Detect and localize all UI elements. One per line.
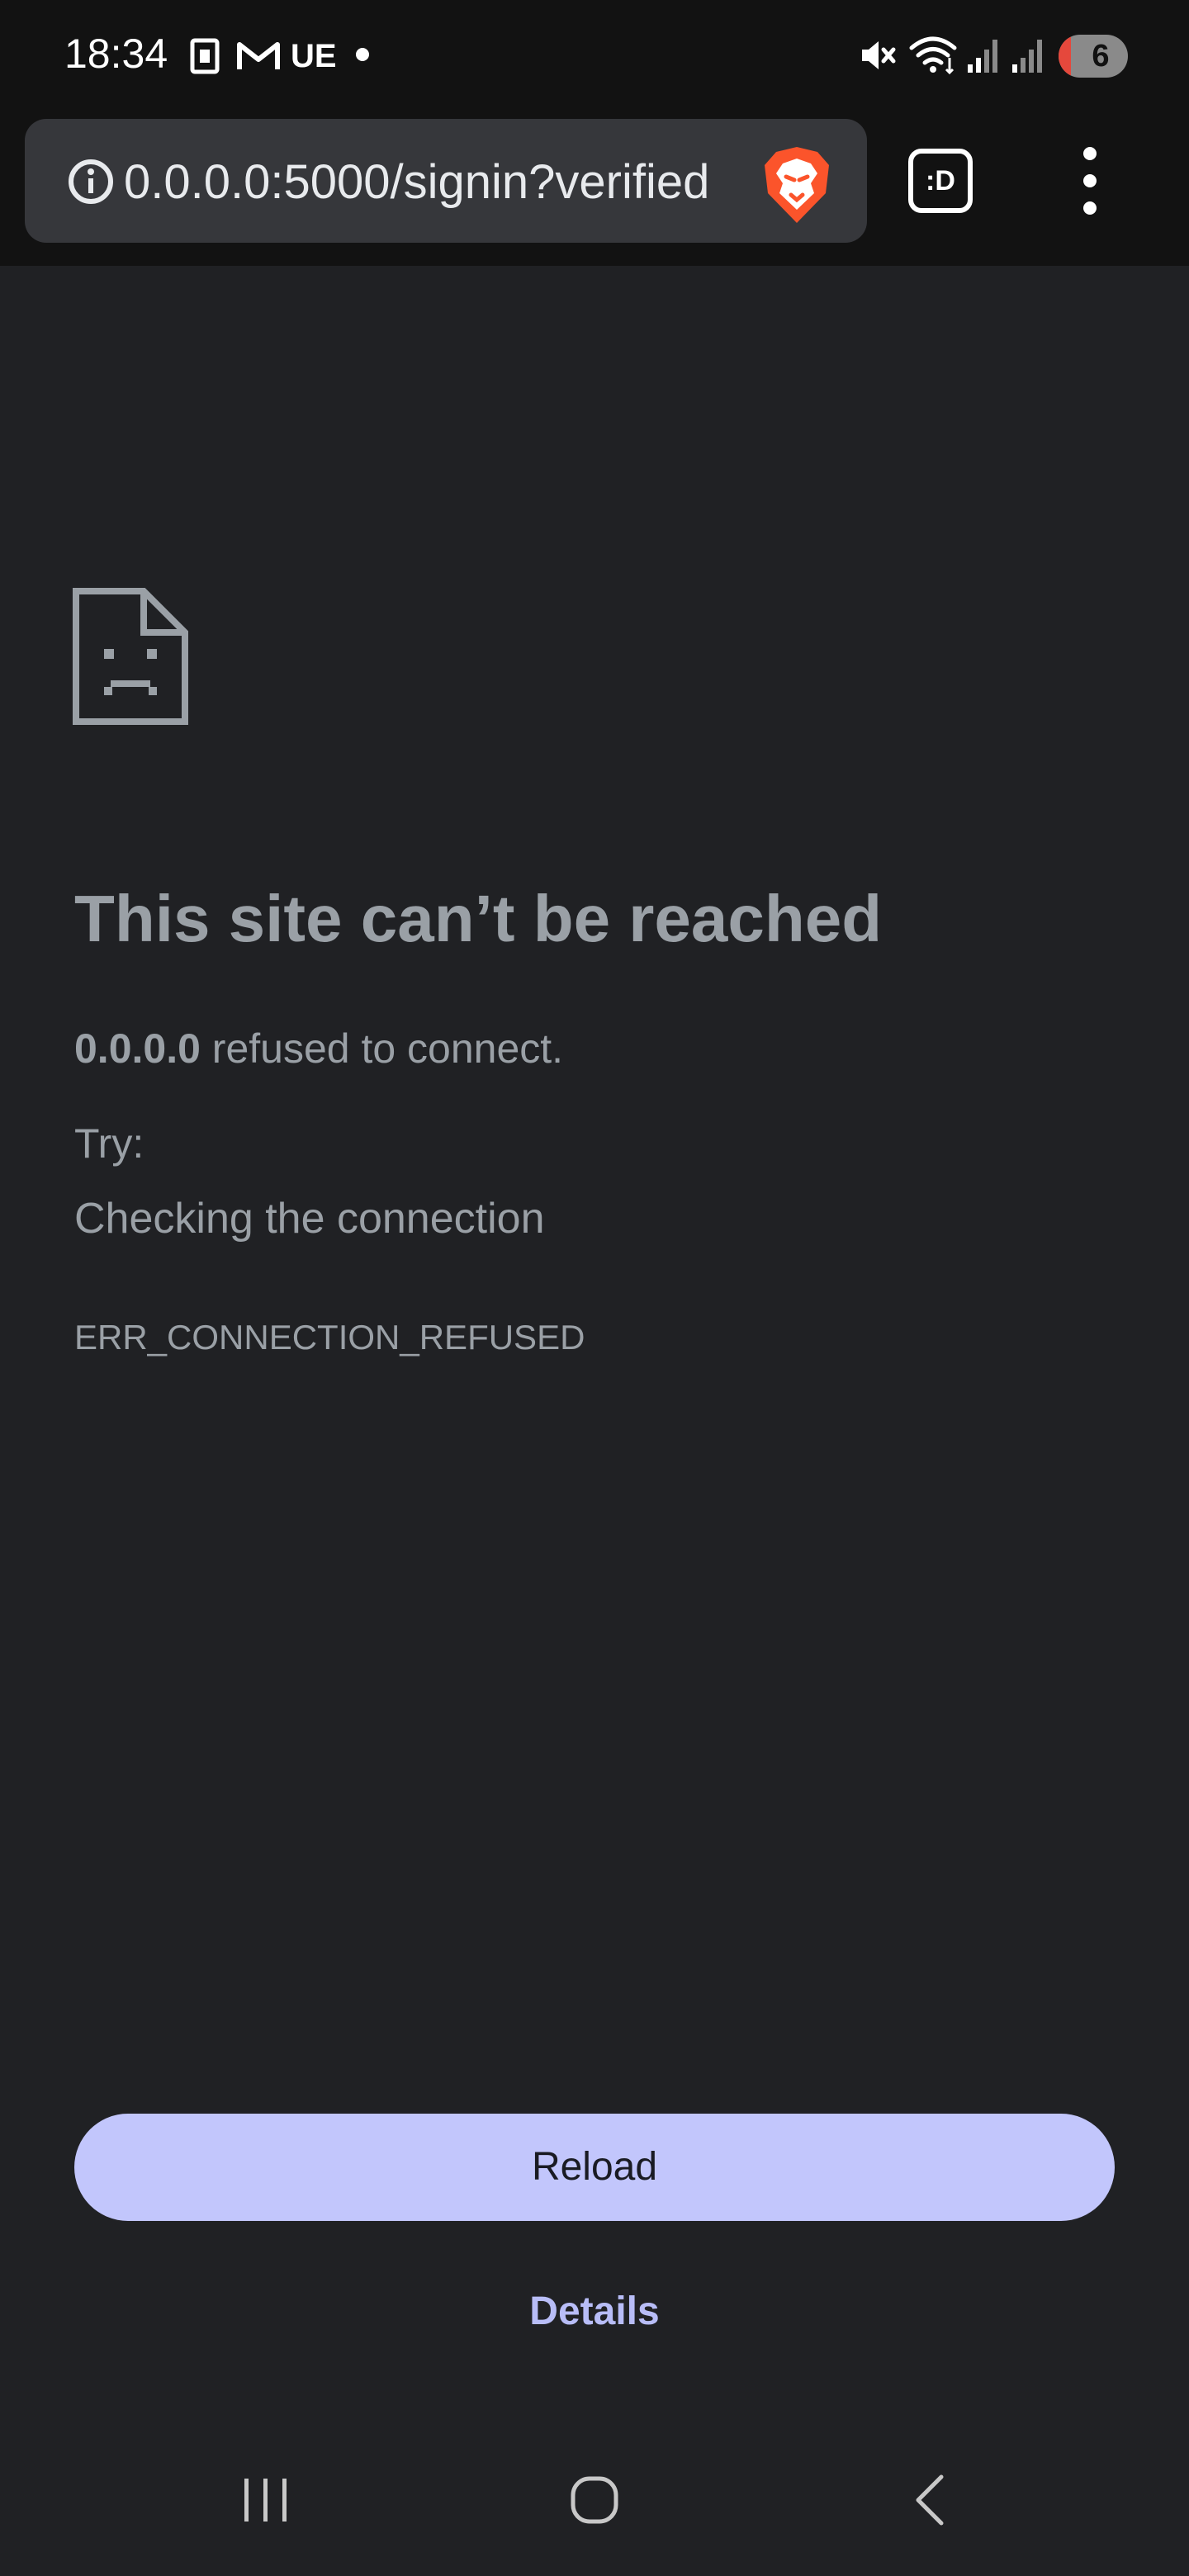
error-message-text: refused to connect. bbox=[200, 1025, 564, 1072]
brave-shield-icon[interactable] bbox=[760, 144, 834, 226]
battery-level: 6 bbox=[1092, 39, 1110, 73]
url-text[interactable]: 0.0.0.0:5000/signin?verified bbox=[124, 154, 753, 211]
status-bar: 18:34 UE 6 bbox=[0, 0, 1189, 107]
wifi-icon bbox=[909, 36, 957, 75]
home-icon[interactable] bbox=[568, 2474, 621, 2526]
tabs-icon[interactable]: :D bbox=[908, 149, 973, 213]
address-bar[interactable]: 0.0.0.0:5000/signin?verified bbox=[25, 119, 867, 243]
reload-button[interactable]: Reload bbox=[74, 2114, 1115, 2221]
battery-icon: 6 bbox=[1059, 35, 1128, 78]
browser-toolbar: 0.0.0.0:5000/signin?verified :D bbox=[0, 107, 1189, 266]
notification-dot-icon bbox=[356, 48, 369, 61]
error-host: 0.0.0.0 bbox=[74, 1025, 201, 1072]
recent-apps-icon[interactable] bbox=[239, 2474, 292, 2526]
gmail-icon bbox=[237, 42, 280, 69]
back-icon[interactable] bbox=[905, 2474, 958, 2526]
error-code: ERR_CONNECTION_REFUSED bbox=[74, 1318, 585, 1357]
sim-card-icon bbox=[190, 38, 220, 74]
sad-page-icon bbox=[73, 588, 188, 725]
signal-icon-2 bbox=[1012, 40, 1042, 73]
more-menu-icon[interactable] bbox=[1073, 147, 1106, 215]
try-label: Try: bbox=[74, 1120, 144, 1167]
mute-icon bbox=[862, 41, 896, 69]
error-title: This site can’t be reached bbox=[74, 882, 883, 955]
details-button[interactable]: Details bbox=[462, 2279, 727, 2345]
system-nav-bar bbox=[0, 2427, 1189, 2576]
suggestion-item: Checking the connection bbox=[74, 1195, 545, 1243]
error-message: 0.0.0.0 refused to connect. bbox=[74, 1020, 563, 1077]
status-time: 18:34 bbox=[64, 31, 168, 77]
info-icon[interactable] bbox=[66, 157, 116, 206]
signal-icon bbox=[968, 40, 997, 73]
carrier-label: UE bbox=[291, 38, 337, 74]
